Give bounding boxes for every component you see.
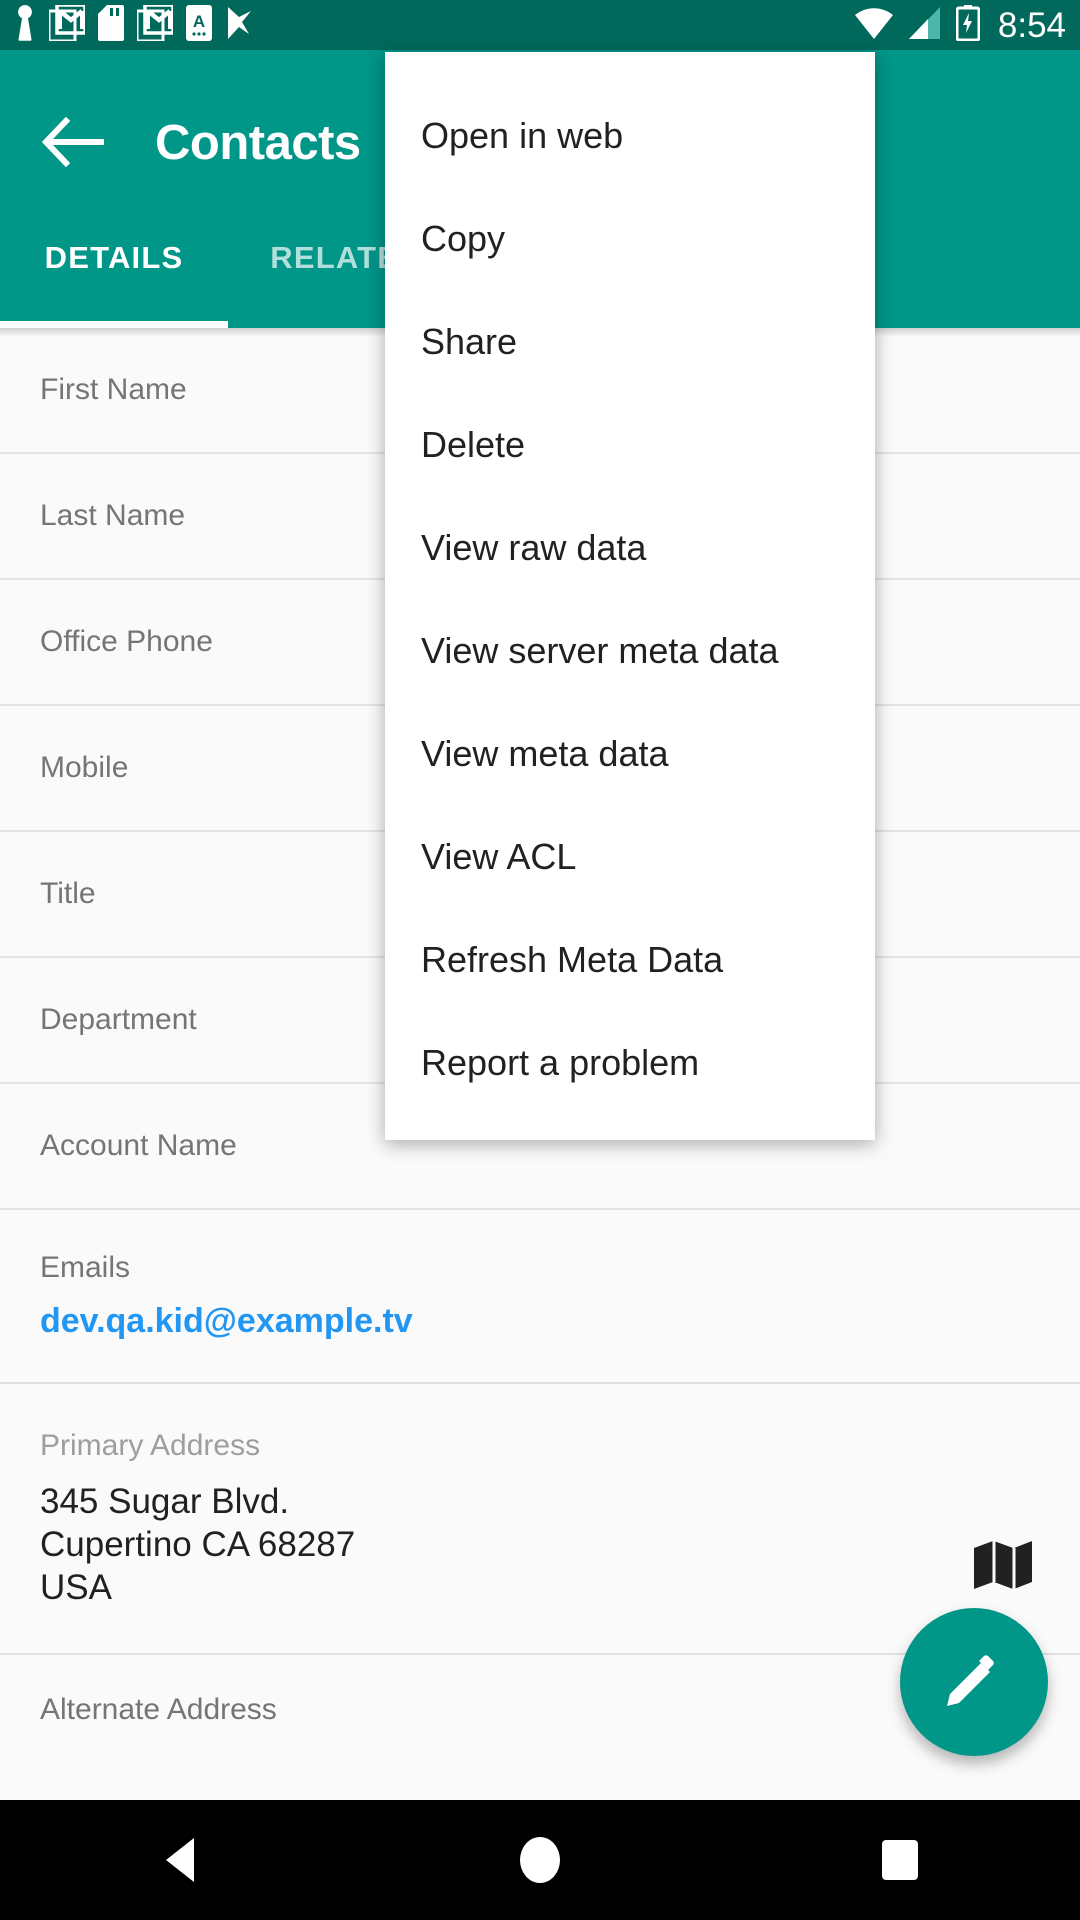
nav-recents-button[interactable]	[840, 1800, 960, 1920]
field-label: Alternate Address	[40, 1693, 277, 1726]
gmail-icon	[135, 2, 175, 46]
sd-card-icon	[98, 4, 124, 46]
tab-indicator	[0, 321, 228, 328]
field-label: Emails	[40, 1251, 131, 1284]
field-label: Primary Address	[40, 1429, 261, 1462]
menu-item-copy[interactable]: Copy	[385, 187, 875, 290]
field-label: Office Phone	[40, 625, 213, 658]
status-bar-clock: 8:54	[997, 5, 1066, 45]
keyhole-icon	[14, 4, 36, 46]
map-icon	[974, 1541, 1032, 1594]
edit-pencil-icon	[944, 1650, 1004, 1715]
field-label: Mobile	[40, 751, 129, 784]
nav-home-icon	[520, 1837, 560, 1883]
menu-item-open-in-web[interactable]: Open in web	[385, 84, 875, 187]
menu-item-share[interactable]: Share	[385, 290, 875, 393]
battery-charging-icon	[955, 4, 981, 46]
a-app-icon: A	[186, 4, 212, 46]
tab-details[interactable]: DETAILS	[0, 236, 228, 328]
menu-item-view-meta-data[interactable]: View meta data	[385, 702, 875, 805]
menu-item-delete[interactable]: Delete	[385, 393, 875, 496]
field-label: Title	[40, 877, 96, 910]
nav-recents-icon	[882, 1840, 918, 1880]
field-label: Account Name	[40, 1129, 237, 1162]
nav-home-button[interactable]	[480, 1800, 600, 1920]
status-bar-system-icons: 8:54	[854, 4, 1066, 46]
field-row-primary-address[interactable]: Primary Address 345 Sugar Blvd. Cupertin…	[0, 1384, 1080, 1655]
menu-item-view-raw-data[interactable]: View raw data	[385, 496, 875, 599]
status-bar-notification-icons: A	[14, 2, 255, 46]
menu-item-refresh-meta-data[interactable]: Refresh Meta Data	[385, 908, 875, 1011]
wifi-icon	[854, 6, 894, 45]
field-label: Last Name	[40, 499, 186, 532]
field-label: Department	[40, 1003, 197, 1036]
page-title: Contacts	[155, 116, 361, 170]
gmail-icon	[47, 2, 87, 46]
field-row-emails[interactable]: Emails dev.qa.kid@example.tv	[0, 1210, 1080, 1384]
phone-screen: A 8:54 Contacts DETAILS RELATED First Na…	[0, 0, 1080, 1920]
address-value: 345 Sugar Blvd. Cupertino CA 68287 USA	[40, 1482, 356, 1607]
field-label: First Name	[40, 373, 187, 406]
system-navigation-bar	[0, 1800, 1080, 1920]
nav-back-icon	[166, 1838, 194, 1882]
back-button[interactable]	[38, 108, 110, 180]
email-link[interactable]: dev.qa.kid@example.tv	[40, 1294, 1080, 1348]
checkmark-icon	[225, 5, 255, 46]
map-button[interactable]	[974, 1540, 1032, 1595]
nav-back-button[interactable]	[120, 1800, 240, 1920]
cellular-signal-icon	[908, 6, 942, 45]
arrow-back-icon	[40, 116, 108, 172]
overflow-menu: Open in web Copy Share Delete View raw d…	[385, 52, 875, 1140]
svg-text:A: A	[193, 12, 205, 31]
menu-item-report-a-problem[interactable]: Report a problem	[385, 1011, 875, 1114]
edit-fab-button[interactable]	[900, 1608, 1048, 1756]
menu-item-view-acl[interactable]: View ACL	[385, 805, 875, 908]
menu-item-view-server-meta-data[interactable]: View server meta data	[385, 599, 875, 702]
status-bar: A 8:54	[0, 0, 1080, 50]
